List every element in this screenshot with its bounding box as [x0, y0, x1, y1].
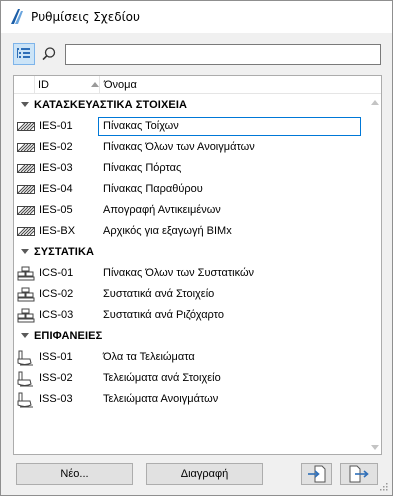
item-id: ISS-02	[39, 372, 73, 384]
collapse-arrow-icon[interactable]	[21, 333, 29, 338]
list-header: ID Όνομα	[14, 76, 381, 94]
list-item[interactable]: ICS-03 Συστατικά ανά Ριζόχαρτο	[14, 305, 364, 326]
column-header-id[interactable]: ID	[38, 79, 49, 91]
column-header-name[interactable]: Όνομα	[104, 79, 137, 91]
list-item[interactable]: ICS-01 Πίνακας Όλων των Συστατικών	[14, 263, 364, 284]
hatch-schedule-icon	[17, 182, 35, 197]
list-view-icon	[17, 48, 30, 58]
vertical-scrollbar[interactable]	[368, 95, 381, 454]
collapse-arrow-icon[interactable]	[21, 249, 29, 254]
list-rows: ΚΑΤΑΣΚΕΥΑΣΤΙΚΑ ΣΤΟΙΧΕΙΑ IES-01 Πίνακας Τοί…	[14, 95, 364, 410]
group-row[interactable]: ΚΑΤΑΣΚΕΥΑΣΤΙΚΑ ΣΤΟΙΧΕΙΑ	[14, 95, 364, 116]
components-schedule-icon	[17, 266, 35, 281]
item-id: IES-01	[39, 120, 73, 132]
hatch-schedule-icon	[17, 161, 35, 176]
item-name: Τελειώματα Ανοιγμάτων	[103, 393, 219, 405]
window-title: Ρυθμίσεις Σχεδίου	[31, 10, 140, 24]
group-row[interactable]: ΕΠΙΦΑΝΕΙΕΣ	[14, 326, 364, 347]
import-icon	[307, 465, 325, 483]
hatch-schedule-icon	[17, 140, 35, 155]
item-id: ISS-03	[39, 393, 73, 405]
paint-brush-icon	[17, 392, 35, 408]
toolbar	[13, 43, 382, 67]
list-item[interactable]: IES-02 Πίνακας Όλων των Ανοιγμάτων	[14, 137, 364, 158]
item-name: Όλα τα Τελειώματα	[103, 351, 195, 363]
collapse-arrow-icon[interactable]	[21, 102, 29, 107]
list-item[interactable]: ISS-02 Τελειώματα ανά Στοιχείο	[14, 368, 364, 389]
hatch-schedule-icon	[17, 224, 35, 239]
hatch-schedule-icon	[17, 119, 35, 134]
list-item[interactable]: IES-04 Πίνακας Παραθύρου	[14, 179, 364, 200]
new-button[interactable]: Νέο...	[16, 463, 133, 485]
item-id: ICS-01	[39, 267, 74, 279]
item-name: Πίνακας Τοίχων	[103, 120, 179, 132]
item-name: Συστατικά ανά Στοιχείο	[103, 288, 215, 300]
archicad-logo-icon	[11, 9, 23, 24]
item-id: IES-04	[39, 183, 73, 195]
scheme-settings-dialog: Ρυθμίσεις Σχεδίου ID Όνομα ΚΑΤΑΣΚΕΥΑΣΤΙΚ…	[0, 0, 393, 496]
item-name: Πίνακας Όλων των Συστατικών	[103, 267, 255, 279]
list-item[interactable]: IES-01 Πίνακας Τοίχων	[14, 116, 364, 137]
components-schedule-icon	[17, 308, 35, 323]
import-button[interactable]	[301, 463, 332, 485]
list-item[interactable]: ISS-01 Όλα τα Τελειώματα	[14, 347, 364, 368]
item-id: ICS-02	[39, 288, 74, 300]
search-icon	[42, 47, 56, 61]
item-id: ISS-01	[39, 351, 73, 363]
item-id: IES-02	[39, 141, 73, 153]
item-id: ICS-03	[39, 309, 74, 321]
scroll-up-arrow-icon[interactable]	[371, 100, 379, 105]
schedule-list: ID Όνομα ΚΑΤΑΣΚΕΥΑΣΤΙΚΑ ΣΤΟΙΧΕΙΑ IES-01 Πί…	[13, 75, 382, 455]
tree-view-toggle-button[interactable]	[13, 43, 35, 65]
column-separator	[99, 76, 100, 94]
paint-brush-icon	[17, 371, 35, 387]
group-label: ΕΠΙΦΑΝΕΙΕΣ	[34, 330, 103, 342]
hatch-schedule-icon	[17, 203, 35, 218]
item-id: IES-03	[39, 162, 73, 174]
item-name: Τελειώματα ανά Στοιχείο	[103, 372, 221, 384]
components-schedule-icon	[17, 287, 35, 302]
item-name: Αρχικός για εξαγωγή BIMx	[103, 225, 232, 237]
list-item[interactable]: IES-03 Πίνακας Πόρτας	[14, 158, 364, 179]
list-item[interactable]: IES-BX Αρχικός για εξαγωγή BIMx	[14, 221, 364, 242]
scroll-down-arrow-icon[interactable]	[371, 445, 379, 450]
item-id: IES-BX	[39, 225, 76, 237]
item-name: Πίνακας Πόρτας	[103, 162, 182, 174]
item-name: Πίνακας Παραθύρου	[103, 183, 203, 195]
list-item[interactable]: IES-05 Απογραφή Αντικειμένων	[14, 200, 364, 221]
export-icon	[349, 465, 369, 483]
group-label: ΣΥΣΤΑΤΙΚΑ	[34, 246, 95, 258]
delete-button[interactable]: Διαγραφή	[146, 463, 263, 485]
item-name: Απογραφή Αντικειμένων	[103, 204, 221, 216]
title-bar: Ρυθμίσεις Σχεδίου	[1, 1, 392, 33]
list-item[interactable]: ICS-02 Συστατικά ανά Στοιχείο	[14, 284, 364, 305]
group-label: ΚΑΤΑΣΚΕΥΑΣΤΙΚΑ ΣΤΟΙΧΕΙΑ	[34, 99, 188, 111]
export-button[interactable]	[340, 463, 378, 485]
item-id: IES-05	[39, 204, 73, 216]
sort-ascending-icon	[91, 82, 99, 87]
search-input[interactable]	[65, 44, 381, 65]
list-item[interactable]: ISS-03 Τελειώματα Ανοιγμάτων	[14, 389, 364, 410]
item-name: Συστατικά ανά Ριζόχαρτο	[103, 309, 224, 321]
paint-brush-icon	[17, 350, 35, 366]
item-name: Πίνακας Όλων των Ανοιγμάτων	[103, 141, 255, 153]
resize-grip-icon[interactable]	[380, 483, 388, 491]
column-separator	[34, 76, 35, 94]
group-row[interactable]: ΣΥΣΤΑΤΙΚΑ	[14, 242, 364, 263]
